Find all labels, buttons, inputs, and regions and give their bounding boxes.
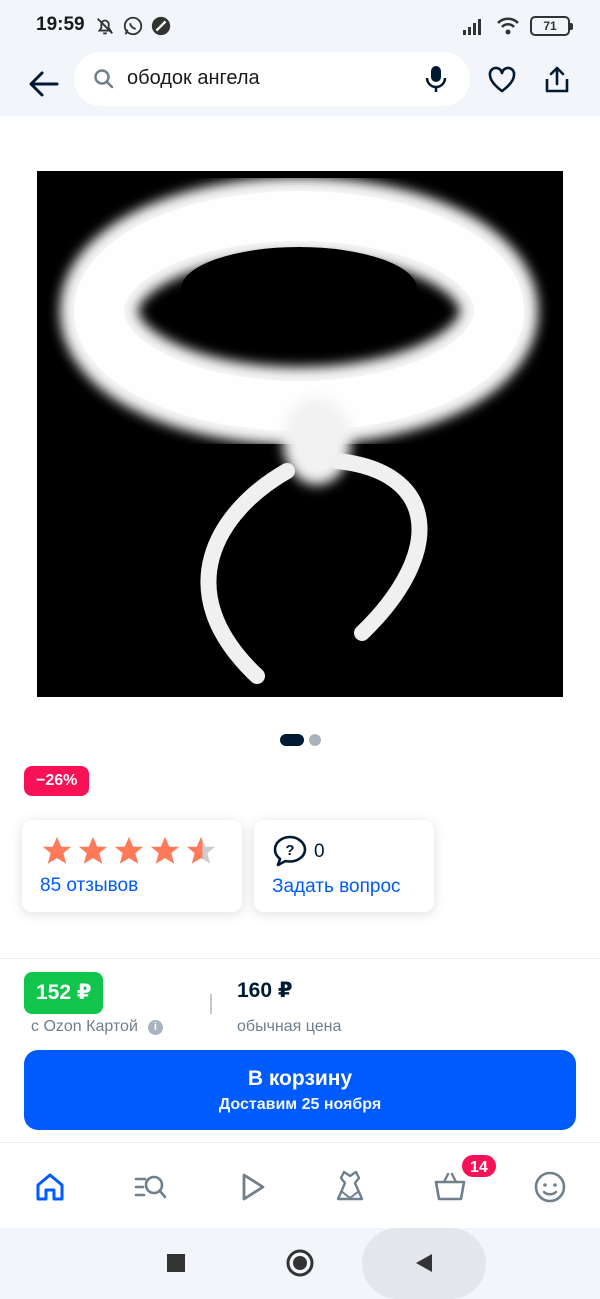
search-query: ободок ангела: [127, 67, 260, 89]
questions-count: 0: [314, 841, 325, 862]
home-button[interactable]: [285, 1248, 315, 1278]
add-to-cart-label: В корзину: [247, 1067, 353, 1090]
product-image[interactable]: [37, 171, 563, 697]
star-icon: [114, 836, 144, 864]
system-back-button[interactable]: [409, 1248, 439, 1278]
signal-icon: [463, 19, 481, 35]
star-icon: [78, 836, 108, 864]
star-icon: [42, 836, 72, 864]
cart-count-badge: 14: [460, 1153, 498, 1179]
ask-question-link[interactable]: Задать вопрос: [272, 876, 401, 898]
android-navigation-bar: [0, 1228, 600, 1299]
back-arrow-icon: [29, 71, 59, 97]
header: ободок ангела: [0, 52, 600, 116]
bottom-navigation: 14: [0, 1142, 600, 1228]
whatsapp-icon: [123, 16, 143, 36]
share-button[interactable]: [537, 60, 577, 100]
status-time: 19:59: [36, 14, 85, 35]
questions-card[interactable]: ? 0 Задать вопрос: [254, 820, 434, 912]
divider: [0, 958, 600, 959]
nav-fashion[interactable]: [328, 1165, 372, 1209]
square-icon: [167, 1254, 185, 1272]
back-button[interactable]: [22, 62, 66, 106]
info-icon[interactable]: i: [147, 1019, 163, 1035]
price-separator: [210, 994, 212, 1014]
add-to-cart-button[interactable]: В корзину Доставим 25 ноября: [24, 1050, 576, 1130]
nav-home[interactable]: [28, 1165, 72, 1209]
nav-profile[interactable]: [528, 1165, 572, 1209]
battery-level: 71: [543, 19, 557, 33]
profile-icon: [534, 1171, 566, 1203]
search-input[interactable]: ободок ангела: [74, 52, 470, 106]
reviews-link[interactable]: 85 отзывов: [40, 875, 138, 897]
recents-button[interactable]: [161, 1248, 191, 1278]
delivery-date-label: Доставим 25 ноября: [218, 1096, 382, 1113]
regular-price: 160 ₽: [237, 979, 293, 1002]
heart-icon: [488, 66, 516, 93]
rating-stars: [40, 834, 218, 868]
angel-halo-headband-image: [37, 171, 563, 697]
svg-text:?: ?: [285, 842, 294, 859]
triangle-back-icon: [416, 1254, 432, 1272]
cart-icon: [434, 1172, 466, 1201]
fashion-icon: [336, 1170, 364, 1201]
discount-badge: −26%: [24, 766, 90, 796]
ozon-card-label-text: с Ozon Картой: [31, 1018, 138, 1035]
circle-icon: [286, 1249, 314, 1277]
slash-circle-icon: [151, 16, 171, 36]
nav-video[interactable]: [230, 1165, 274, 1209]
video-icon: [242, 1173, 265, 1201]
status-system-icons: 71: [462, 14, 573, 38]
favorite-button[interactable]: [482, 60, 522, 100]
wifi-icon: [497, 17, 519, 35]
gallery-pagination: [280, 734, 321, 746]
battery-icon: 71: [530, 16, 573, 36]
star-icon: [150, 836, 180, 864]
search-icon: [94, 69, 114, 89]
catalog-icon: [134, 1175, 167, 1199]
question-bubble-icon: ?: [273, 835, 307, 867]
star-half-icon: [186, 836, 216, 864]
mute-bell-icon: [97, 18, 113, 35]
status-notification-icons: [94, 14, 172, 38]
share-icon: [545, 66, 569, 93]
gallery-dot-active[interactable]: [280, 734, 304, 746]
nav-catalog[interactable]: [128, 1165, 172, 1209]
microphone-icon[interactable]: [424, 64, 448, 94]
gallery-dot[interactable]: [309, 734, 321, 746]
status-bar: 19:59 71: [0, 0, 600, 52]
ozon-card-label: с Ozon Картой i: [31, 1018, 163, 1036]
ozon-card-price: 152 ₽: [24, 972, 104, 1014]
regular-price-label: обычная цена: [237, 1018, 342, 1035]
rating-card[interactable]: 85 отзывов: [22, 820, 242, 912]
home-icon: [36, 1173, 64, 1201]
